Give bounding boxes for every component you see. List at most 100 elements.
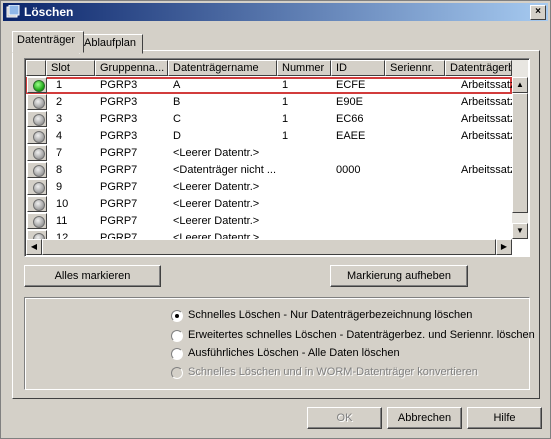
cell-serial bbox=[390, 77, 444, 94]
radio-button[interactable] bbox=[171, 330, 183, 342]
table-row[interactable]: 2 PGRP3 B 1 E90E Arbeitssatz bbox=[26, 94, 513, 111]
cancel-button[interactable]: Abbrechen bbox=[387, 407, 462, 429]
cell-id bbox=[336, 213, 384, 230]
cell-number: 1 bbox=[282, 79, 289, 91]
tab-ablaufplan[interactable]: Ablaufplan bbox=[79, 34, 143, 54]
option-label: Ausführliches Löschen - Alle Daten lösch… bbox=[188, 347, 400, 359]
cell-description bbox=[461, 196, 513, 213]
column-header-number[interactable]: Nummer bbox=[277, 60, 331, 76]
cell-serial bbox=[390, 213, 444, 230]
status-cell bbox=[27, 213, 47, 229]
window-title: Löschen bbox=[24, 5, 74, 19]
cell-group: PGRP7 bbox=[100, 181, 138, 193]
radio-button[interactable] bbox=[171, 310, 183, 322]
table-row[interactable]: 3 PGRP3 C 1 EC66 Arbeitssatz bbox=[26, 111, 513, 128]
cell-slot: 1 bbox=[56, 79, 63, 91]
cell-group: PGRP3 bbox=[100, 130, 138, 142]
media-list[interactable]: Slot Gruppenna... Datenträgername Nummer… bbox=[24, 58, 530, 257]
horizontal-scrollbar[interactable]: ◀ ▶ bbox=[26, 239, 512, 255]
scroll-up-button[interactable]: ▲ bbox=[512, 77, 528, 93]
status-cell bbox=[27, 94, 47, 110]
status-led-icon bbox=[33, 131, 45, 143]
status-cell bbox=[27, 162, 47, 178]
table-row[interactable]: 10 PGRP7 <Leerer Datentr.> bbox=[26, 196, 512, 213]
status-led-icon bbox=[33, 114, 45, 126]
cell-serial bbox=[390, 111, 444, 128]
status-led-icon bbox=[33, 165, 45, 177]
option-label: Erweitertes schnelles Löschen - Datenträ… bbox=[188, 329, 535, 341]
vertical-scroll-thumb[interactable] bbox=[512, 93, 528, 213]
help-button[interactable]: Hilfe bbox=[467, 407, 542, 429]
cell-serial bbox=[390, 162, 444, 179]
cell-group: PGRP3 bbox=[100, 79, 138, 91]
table-row[interactable]: 7 PGRP7 <Leerer Datentr.> bbox=[26, 145, 512, 162]
cell-serial bbox=[390, 145, 444, 162]
table-row[interactable]: 11 PGRP7 <Leerer Datentr.> bbox=[26, 213, 512, 230]
cell-description: Arbeitssatz bbox=[461, 79, 513, 91]
status-led-icon bbox=[33, 182, 45, 194]
status-led-icon bbox=[33, 199, 45, 211]
column-header-group[interactable]: Gruppenna... bbox=[95, 60, 168, 76]
radio-button[interactable] bbox=[171, 348, 183, 360]
horizontal-scroll-thumb[interactable] bbox=[42, 239, 496, 255]
radio-dot bbox=[175, 314, 179, 318]
cell-number bbox=[282, 213, 330, 230]
table-row[interactable]: 1 PGRP3 A 1 ECFE Arbeitssatz bbox=[26, 77, 513, 94]
title-bar: Löschen × bbox=[3, 3, 548, 21]
column-header-id[interactable]: ID bbox=[331, 60, 385, 76]
cell-id bbox=[336, 179, 384, 196]
delete-dialog: Löschen × Datenträger Ablaufplan Slot Gr… bbox=[0, 0, 551, 439]
status-cell bbox=[27, 179, 47, 195]
table-row[interactable]: 9 PGRP7 <Leerer Datentr.> bbox=[26, 179, 512, 196]
cell-number bbox=[282, 196, 330, 213]
close-button[interactable]: × bbox=[530, 5, 546, 20]
cell-description: Arbeitssatz bbox=[461, 113, 513, 125]
table-row[interactable]: 8 PGRP7 <Datenträger nicht ... 0000 Arbeitss… bbox=[26, 162, 513, 179]
status-led-icon bbox=[33, 97, 45, 109]
deselect-button[interactable]: Markierung aufheben bbox=[330, 265, 468, 287]
column-header-name[interactable]: Datenträgername bbox=[168, 60, 277, 76]
cell-description: Arbeitssatz bbox=[461, 130, 513, 142]
cell-number: 1 bbox=[282, 96, 289, 108]
cell-id bbox=[336, 145, 384, 162]
select-all-button[interactable]: Alles markieren bbox=[24, 265, 161, 287]
cell-name: D bbox=[173, 130, 181, 142]
tab-datentraeger[interactable]: Datenträger bbox=[12, 31, 84, 53]
cell-number bbox=[282, 145, 330, 162]
vertical-scrollbar[interactable]: ▲ ▼ bbox=[512, 60, 528, 239]
cell-name: <Leerer Datentr.> bbox=[173, 215, 260, 227]
cell-slot: 9 bbox=[56, 181, 63, 193]
scroll-right-button[interactable]: ▶ bbox=[496, 239, 512, 255]
cell-number: 1 bbox=[282, 113, 289, 125]
column-header-status[interactable] bbox=[26, 60, 46, 76]
cell-description bbox=[461, 213, 513, 230]
cell-name: <Leerer Datentr.> bbox=[173, 181, 260, 193]
status-led-icon bbox=[33, 80, 45, 92]
cell-id: EAEE bbox=[336, 130, 366, 142]
cell-name: C bbox=[173, 113, 181, 125]
column-header-slot[interactable]: Slot bbox=[46, 60, 95, 76]
cell-group: PGRP7 bbox=[100, 147, 138, 159]
scroll-down-button[interactable]: ▼ bbox=[512, 223, 528, 239]
table-row[interactable]: 4 PGRP3 D 1 EAEE Arbeitssatz bbox=[26, 128, 513, 145]
cell-serial bbox=[390, 196, 444, 213]
status-cell bbox=[27, 128, 47, 144]
column-header-serial[interactable]: Seriennr. bbox=[385, 60, 445, 76]
delete-options-group: Schnelles Löschen - Nur Datenträgerbezei… bbox=[24, 297, 535, 390]
cell-slot: 3 bbox=[56, 113, 63, 125]
cell-group: PGRP3 bbox=[100, 113, 138, 125]
cell-description bbox=[461, 145, 513, 162]
status-led-icon bbox=[33, 216, 45, 228]
cell-group: PGRP7 bbox=[100, 164, 138, 176]
cell-slot: 2 bbox=[56, 96, 63, 108]
cell-serial bbox=[390, 128, 444, 145]
status-cell bbox=[27, 77, 47, 93]
option-label: Schnelles Löschen und in WORM-Datenträge… bbox=[188, 366, 478, 378]
cell-group: PGRP3 bbox=[100, 96, 138, 108]
ok-button: OK bbox=[307, 407, 382, 429]
scroll-left-button[interactable]: ◀ bbox=[26, 239, 42, 255]
cell-id: ECFE bbox=[336, 79, 366, 91]
cell-number: 1 bbox=[282, 130, 289, 142]
cell-name: <Leerer Datentr.> bbox=[173, 198, 260, 210]
column-header-description[interactable]: Datenträgerb... bbox=[445, 60, 512, 76]
